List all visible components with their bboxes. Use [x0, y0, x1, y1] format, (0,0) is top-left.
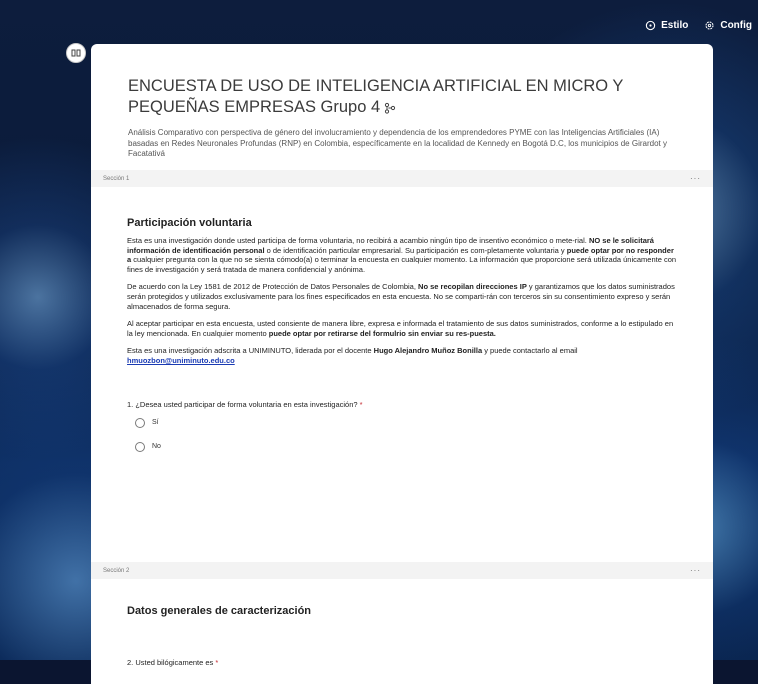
form-card: ENCUESTA DE USO DE INTELIGENCIA ARTIFICI…	[91, 44, 713, 684]
radio-no[interactable]	[135, 441, 145, 452]
radio-yes[interactable]	[135, 417, 145, 428]
section-2-bar: Sección 2 ···	[91, 562, 713, 579]
top-toolbar: Estilo Config	[645, 20, 758, 31]
form-title: ENCUESTA DE USO DE INTELIGENCIA ARTIFICI…	[128, 76, 677, 118]
consent-paragraph-3: Al aceptar participar en esta encuesta, …	[127, 319, 677, 338]
required-mark-2: *	[215, 658, 219, 667]
section-2-menu-button[interactable]: ···	[690, 566, 701, 575]
option-no[interactable]: No	[135, 441, 677, 452]
settings-icon	[705, 21, 714, 30]
question-1: 1. ¿Desea usted participar de forma volu…	[127, 400, 677, 409]
p1-text-a: Esta es una investigación donde usted pa…	[127, 236, 589, 245]
p4-text-a: Esta es una investigación adscrita a UNI…	[127, 346, 374, 356]
p3-text-b: puede optar por retirarse del formulrio …	[268, 328, 496, 338]
p2-text-b: No se recopilan direcciones IP	[418, 282, 527, 292]
option-no-label: No	[152, 443, 161, 451]
collapse-icon	[71, 49, 81, 57]
section-1-bar: Sección 1 ···	[91, 170, 713, 187]
section-1-label: Sección 1	[103, 175, 130, 182]
option-yes[interactable]: Sí	[135, 417, 677, 428]
settings-button[interactable]: Config	[704, 20, 752, 31]
section-1-menu-button[interactable]: ···	[690, 174, 701, 183]
section-2-heading: Datos generales de caracterización	[127, 605, 312, 617]
section-2-label: Sección 2	[103, 567, 130, 574]
form-header: ENCUESTA DE USO DE INTELIGENCIA ARTIFICI…	[91, 44, 713, 170]
p4-text-b: Hugo Alejandro Muñoz Bonilla	[373, 346, 483, 356]
consent-paragraph-2: De acuerdo con la Ley 1581 de 2012 de Pr…	[127, 282, 677, 311]
section-2-body: Datos generales de caracterización 2. Us…	[91, 579, 713, 667]
question-1-text: 1. ¿Desea usted participar de forma volu…	[127, 399, 358, 409]
p2-text-a: De acuerdo con la Ley 1581 de 2012 de Pr…	[127, 282, 419, 292]
section-1-heading: Participación voluntaria	[127, 217, 252, 229]
style-label: Estilo	[661, 20, 689, 31]
collapse-button[interactable]	[66, 43, 86, 63]
style-button[interactable]: Estilo	[645, 20, 688, 31]
settings-label: Config	[720, 20, 752, 31]
p1-text-c: o de identificación particular empresari…	[264, 245, 567, 255]
consent-paragraph-4: Esta es una investigación adscrita a UNI…	[127, 346, 677, 365]
option-yes-label: Sí	[152, 419, 159, 427]
question-2: 2. Usted bilógicamente es *	[127, 658, 677, 667]
contact-email-link[interactable]: hmuozbon@uniminuto.edu.co	[127, 356, 235, 365]
p4-text-c: y puede contactarlo al email	[482, 346, 578, 356]
form-title-text: ENCUESTA DE USO DE INTELIGENCIA ARTIFICI…	[128, 77, 624, 116]
branch-icon	[385, 102, 396, 114]
consent-paragraph-1: Esta es una investigación donde usted pa…	[127, 236, 677, 274]
question-2-text: 2. Usted bilógicamente es	[127, 658, 214, 667]
p1-text-e: cualquier pregunta con la que no se sien…	[127, 255, 677, 274]
required-mark: *	[359, 399, 363, 409]
form-description: Análisis Comparativo con perspectiva de …	[128, 128, 667, 158]
section-1-body: Participación voluntaria Esta es una inv…	[91, 187, 713, 562]
style-icon	[645, 20, 656, 31]
